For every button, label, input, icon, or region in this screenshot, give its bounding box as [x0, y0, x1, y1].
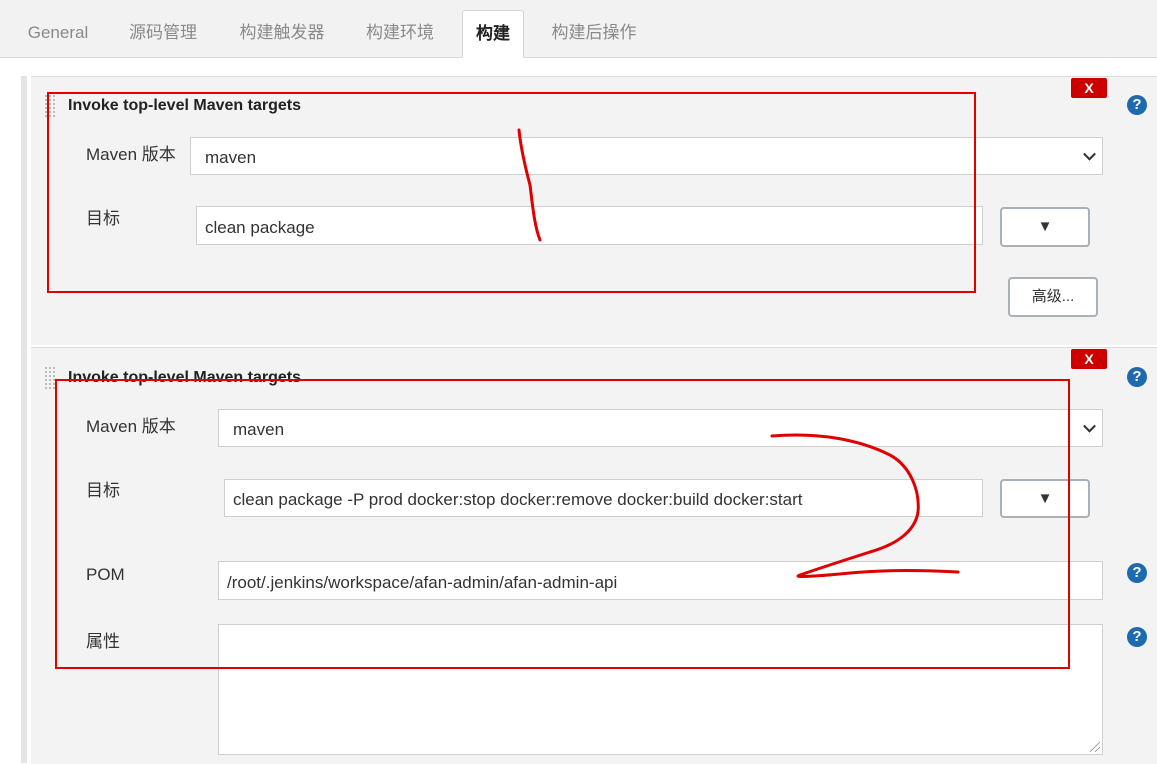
help-icon[interactable]: ?: [1127, 627, 1147, 647]
tab-build-environment[interactable]: 构建环境: [354, 10, 446, 56]
chevron-down-icon: [1083, 147, 1096, 161]
delete-step-2-button[interactable]: X: [1071, 349, 1107, 369]
section-left-strip: [21, 76, 27, 763]
annotation-box-2: [55, 379, 1070, 669]
resize-handle-icon[interactable]: [1090, 742, 1100, 752]
chevron-down-icon: [1083, 419, 1096, 433]
advanced-button[interactable]: 高级...: [1008, 277, 1098, 317]
expand-goals-button[interactable]: ▼: [1000, 207, 1090, 247]
help-icon[interactable]: ?: [1127, 563, 1147, 583]
tab-build-triggers[interactable]: 构建触发器: [225, 10, 339, 56]
help-icon[interactable]: ?: [1127, 95, 1147, 115]
tab-build[interactable]: 构建: [462, 10, 524, 58]
annotation-box-1: [47, 92, 976, 293]
tab-general[interactable]: General: [14, 10, 102, 56]
tab-bar: General 源码管理 构建触发器 构建环境 构建 构建后操作: [0, 0, 1157, 58]
tab-source-control[interactable]: 源码管理: [117, 10, 209, 56]
help-icon[interactable]: ?: [1127, 367, 1147, 387]
delete-step-1-button[interactable]: X: [1071, 78, 1107, 98]
tab-post-build-actions[interactable]: 构建后操作: [537, 10, 651, 56]
